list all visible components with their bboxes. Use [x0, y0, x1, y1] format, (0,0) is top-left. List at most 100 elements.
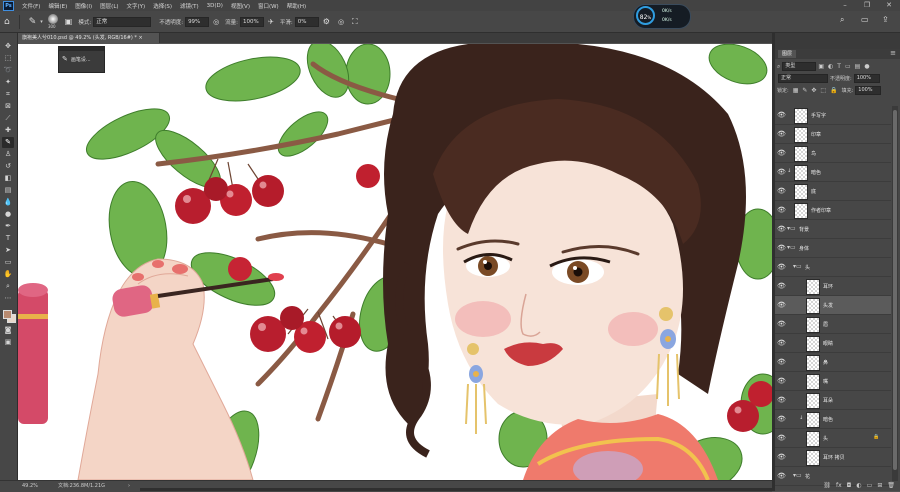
eraser-tool-icon[interactable]: ◧ — [2, 173, 14, 184]
layer-row[interactable]: 👁 印章 — [775, 125, 891, 144]
layer-row[interactable]: 👁 耳环 拷贝 — [775, 448, 891, 467]
layer-thumbnail[interactable] — [806, 374, 820, 390]
filter-adjustment-icon[interactable]: ◐ — [828, 63, 833, 70]
zoom-level[interactable]: 49.2% — [22, 481, 38, 492]
layer-thumbnail[interactable] — [794, 184, 808, 200]
status-menu-arrow[interactable]: › — [128, 481, 130, 492]
magic-wand-tool-icon[interactable]: ✦ — [2, 77, 14, 88]
visibility-eye-icon[interactable]: 👁 — [777, 453, 786, 461]
layer-thumbnail[interactable] — [794, 165, 808, 181]
smoothing-settings-icon[interactable]: ⚙ — [323, 17, 330, 26]
visibility-eye-icon[interactable]: 👁 — [777, 168, 786, 176]
workspace-icon[interactable]: ▭ — [861, 15, 869, 24]
visibility-eye-icon[interactable]: 👁 — [777, 225, 786, 233]
lock-artboard-icon[interactable]: ⬚ — [820, 87, 826, 94]
lock-all-icon[interactable]: 🔒 — [830, 87, 837, 94]
layer-row[interactable]: 👁 嘴 — [775, 372, 891, 391]
quick-mask-icon[interactable]: ◙ — [2, 325, 14, 336]
smoothing-input[interactable]: 0% — [294, 16, 319, 27]
visibility-eye-icon[interactable]: 👁 — [777, 415, 786, 423]
blend-mode-select[interactable]: 正常 — [778, 74, 828, 83]
layer-row[interactable]: 👁 耳环 — [775, 277, 891, 296]
document-tab[interactable]: 旗袍美人兮010.psd @ 49.2% (头发, RGB/16#) * × — [18, 33, 160, 43]
close-window-button[interactable]: ✕ — [878, 0, 900, 11]
layer-thumbnail[interactable] — [794, 146, 808, 162]
foreground-color-swatch[interactable] — [3, 310, 12, 319]
visibility-eye-icon[interactable]: 👁 — [777, 206, 786, 214]
filter-smart-icon[interactable]: ▤ — [855, 63, 861, 70]
new-layer-icon[interactable]: ⊞ — [877, 482, 882, 489]
layer-thumbnail[interactable] — [806, 412, 820, 428]
add-mask-icon[interactable]: ◘ — [847, 482, 852, 489]
folder-icon[interactable]: ▾▭ — [787, 225, 796, 232]
visibility-eye-icon[interactable]: 👁 — [777, 358, 786, 366]
pressure-size-icon[interactable]: ◎ — [338, 18, 344, 26]
new-adjustment-icon[interactable]: ◐ — [856, 482, 861, 489]
home-icon[interactable]: ⌂ — [4, 17, 10, 27]
brush-preset-icon[interactable]: ✎ — [29, 17, 37, 27]
path-select-tool-icon[interactable]: ➤ — [2, 245, 14, 256]
flow-input[interactable]: 100% — [240, 16, 265, 27]
visibility-eye-icon[interactable]: 👁 — [777, 320, 786, 328]
layer-thumbnail[interactable] — [806, 336, 820, 352]
zoom-tool-icon[interactable]: ⌕ — [2, 281, 14, 292]
maximize-button[interactable]: ❐ — [856, 0, 878, 11]
menu-view[interactable]: 视图(V) — [227, 2, 254, 10]
filter-shape-icon[interactable]: ▭ — [845, 63, 851, 70]
layer-row[interactable]: 👁 ↓ 暗色 — [775, 163, 891, 182]
mode-select[interactable]: 正常 — [93, 16, 152, 27]
visibility-eye-icon[interactable]: 👁 — [777, 187, 786, 195]
layer-row[interactable]: 👁 作者印章 — [775, 201, 891, 220]
layer-group-row[interactable]: 👁 ▾▭ 身体 — [775, 239, 891, 258]
marquee-tool-icon[interactable]: ⬚ — [2, 53, 14, 64]
panel-menu-icon[interactable]: ≡ — [890, 49, 896, 57]
visibility-eye-icon[interactable]: 👁 — [777, 377, 786, 385]
menu-type[interactable]: 文字(Y) — [123, 2, 150, 10]
dodge-tool-icon[interactable]: ● — [2, 209, 14, 220]
link-layers-icon[interactable]: ⛓ — [823, 482, 831, 489]
tab-layers[interactable]: 图层 — [778, 50, 797, 58]
lock-position-icon[interactable]: ✥ — [811, 87, 816, 94]
visibility-eye-icon[interactable]: 👁 — [777, 282, 786, 290]
shape-tool-icon[interactable]: ▭ — [2, 257, 14, 268]
layer-group-row[interactable]: 👁 ▾▭ 头 — [775, 258, 891, 277]
hand-tool-icon[interactable]: ✋ — [2, 269, 14, 280]
gradient-tool-icon[interactable]: ▤ — [2, 185, 14, 196]
layer-thumbnail[interactable] — [806, 355, 820, 371]
folder-icon[interactable]: ▾▭ — [787, 244, 796, 251]
layer-thumbnail[interactable] — [806, 298, 820, 314]
layer-thumbnail[interactable] — [806, 317, 820, 333]
menu-3d[interactable]: 3D(D) — [203, 3, 227, 9]
menu-filter[interactable]: 滤镜(T) — [176, 2, 203, 10]
pen-tool-icon[interactable]: ✒ — [2, 221, 14, 232]
visibility-eye-icon[interactable]: 👁 — [777, 472, 786, 480]
layer-row[interactable]: 👁 眉 — [775, 315, 891, 334]
layer-thumbnail[interactable] — [794, 108, 808, 124]
layer-thumbnail[interactable] — [806, 393, 820, 409]
screen-mode-icon[interactable]: ▣ — [2, 337, 14, 348]
layer-row[interactable]: 👁 手写字 — [775, 106, 891, 125]
layer-row[interactable]: 👁 耳朵 — [775, 391, 891, 410]
close-tab-icon[interactable]: × — [139, 35, 143, 41]
scrollbar-thumb[interactable] — [893, 110, 897, 470]
folder-icon[interactable]: ▾▭ — [793, 472, 802, 479]
symmetry-icon[interactable]: ⛶ — [352, 17, 358, 27]
more-tools-icon[interactable]: ⋯ — [2, 293, 14, 304]
opacity-input[interactable]: 99% — [185, 16, 210, 27]
brush-size-picker[interactable]: 300 — [46, 14, 58, 29]
layer-thumbnail[interactable] — [806, 279, 820, 295]
layer-thumbnail[interactable] — [806, 450, 820, 466]
fill-input[interactable]: 100% — [855, 86, 882, 95]
layers-scrollbar[interactable] — [892, 106, 898, 481]
type-tool-icon[interactable]: T — [2, 233, 14, 244]
menu-select[interactable]: 选择(S) — [149, 2, 176, 10]
layer-group-row[interactable]: 👁 ▾▭ 背景 — [775, 220, 891, 239]
crop-tool-icon[interactable]: ⌗ — [2, 89, 14, 100]
airbrush-icon[interactable]: ✈ — [268, 18, 274, 26]
menu-image[interactable]: 图像(I) — [71, 2, 96, 10]
history-brush-tool-icon[interactable]: ↺ — [2, 161, 14, 172]
brush-settings-icon[interactable]: ▣ — [65, 17, 73, 26]
visibility-eye-icon[interactable]: 👁 — [777, 130, 786, 138]
kind-filter-select[interactable]: 类型 — [782, 62, 817, 71]
filter-pixel-icon[interactable]: ▣ — [818, 63, 824, 70]
